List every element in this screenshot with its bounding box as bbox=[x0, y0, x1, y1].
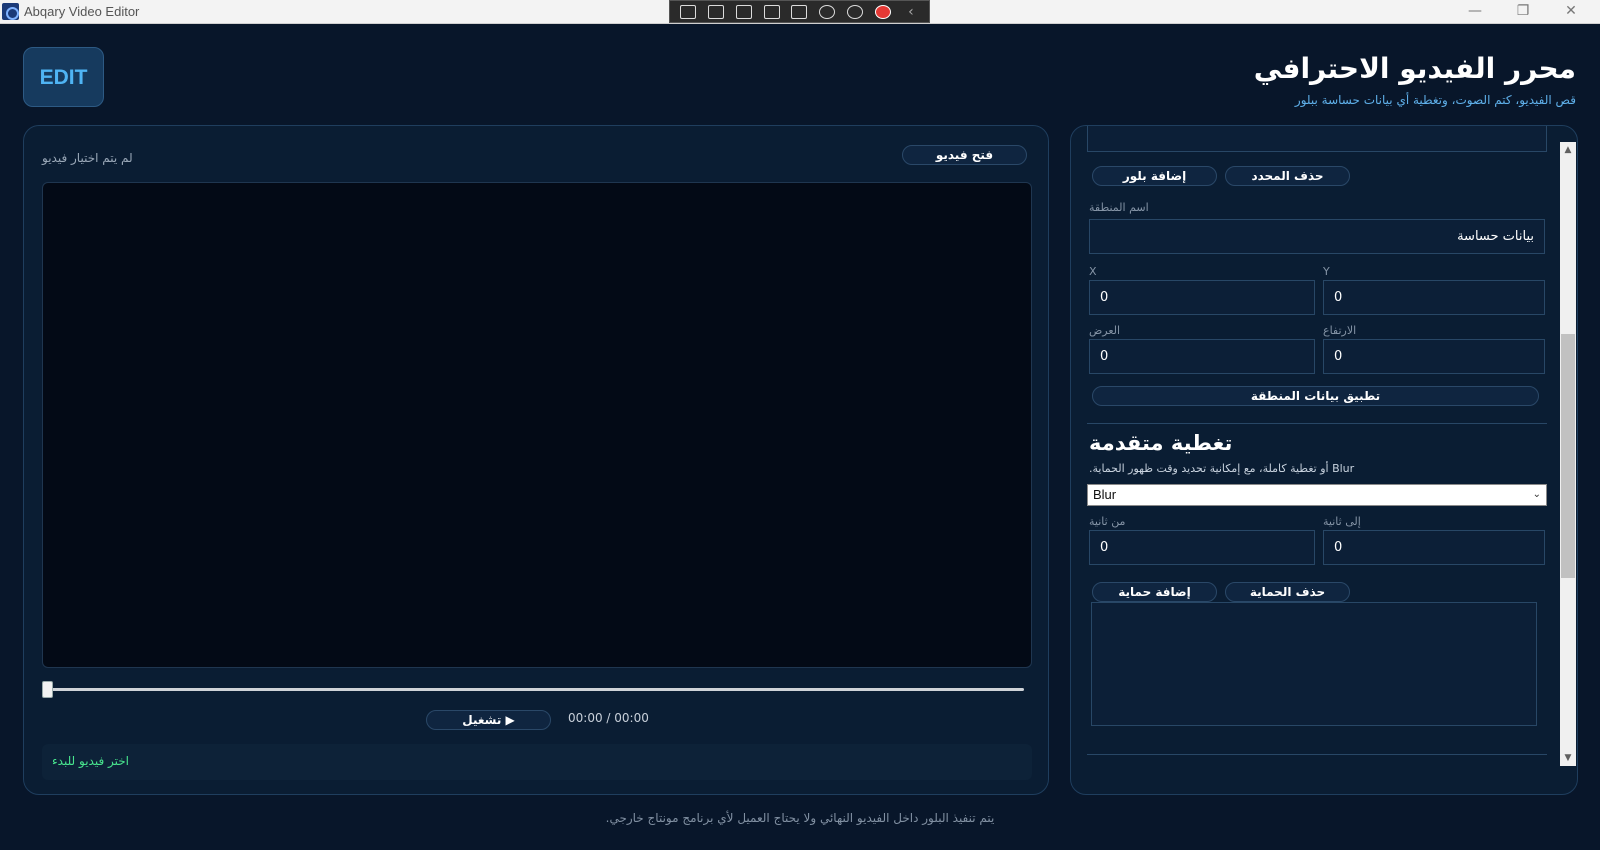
time-display: 00:00 / 00:00 bbox=[568, 711, 649, 725]
add-blur-button[interactable]: إضافة بلور bbox=[1092, 166, 1217, 186]
height-label: الارتفاع bbox=[1323, 324, 1357, 337]
from-second-label: من ثانية bbox=[1089, 515, 1126, 528]
close-icon[interactable]: ✕ bbox=[1548, 0, 1594, 24]
to-second-input[interactable]: 0 bbox=[1323, 530, 1545, 565]
edit-logo: EDIT bbox=[23, 47, 104, 107]
screenshot-menu-icon[interactable] bbox=[679, 4, 696, 19]
delete-protection-button[interactable]: حذف الحماية bbox=[1225, 582, 1350, 602]
blur-settings-panel: إضافة بلور حذف المحدد اسم المنطقة بيانات… bbox=[1070, 125, 1578, 795]
audio-icon[interactable] bbox=[819, 4, 836, 19]
window-title: Abqary Video Editor bbox=[24, 4, 140, 19]
x-input[interactable]: 0 bbox=[1089, 280, 1315, 315]
page-title: محرر الفيديو الاحترافي bbox=[1253, 52, 1576, 85]
y-input[interactable]: 0 bbox=[1323, 280, 1545, 315]
video-preview[interactable] bbox=[42, 182, 1032, 668]
panel-scrollbar[interactable]: ▲ ▼ bbox=[1560, 142, 1576, 766]
advanced-cover-description: Blur أو تغطية كاملة، مع إمكانية تحديد وق… bbox=[1089, 462, 1355, 475]
add-protection-button[interactable]: إضافة حماية bbox=[1092, 582, 1217, 602]
play-button[interactable]: ▶ تشغيل bbox=[426, 710, 551, 730]
chevron-down-icon: ⌄ bbox=[1532, 489, 1541, 500]
timeline-handle[interactable] bbox=[42, 681, 53, 698]
open-video-button[interactable]: فتح فيديو bbox=[902, 145, 1027, 165]
region-name-label: اسم المنطقة bbox=[1089, 201, 1149, 214]
footer-note: يتم تنفيذ البلور داخل الفيديو النهائي ول… bbox=[605, 811, 995, 825]
cover-mode-value: Blur bbox=[1093, 487, 1117, 502]
from-second-input[interactable]: 0 bbox=[1089, 530, 1315, 565]
advanced-cover-title: تغطية متقدمة bbox=[1089, 431, 1233, 455]
scroll-up-icon[interactable]: ▲ bbox=[1560, 142, 1576, 158]
delete-selected-button[interactable]: حذف المحدد bbox=[1225, 166, 1350, 186]
cover-mode-select[interactable]: Blur ⌄ bbox=[1087, 484, 1547, 506]
video-record-icon[interactable] bbox=[707, 4, 724, 19]
width-input[interactable]: 0 bbox=[1089, 339, 1315, 374]
region-name-input[interactable]: بيانات حساسة bbox=[1089, 219, 1545, 254]
accessibility-icon[interactable] bbox=[847, 4, 864, 19]
blur-regions-list[interactable] bbox=[1087, 126, 1547, 152]
width-label: العرض bbox=[1089, 324, 1121, 337]
collapse-chevron-icon[interactable]: ‹ bbox=[903, 5, 919, 19]
height-input[interactable]: 0 bbox=[1323, 339, 1545, 374]
to-second-label: إلى ثانية bbox=[1323, 515, 1361, 528]
protection-list[interactable] bbox=[1091, 602, 1537, 726]
video-status: لم يتم اختيار فيديو bbox=[42, 151, 133, 165]
crop-icon[interactable] bbox=[791, 4, 808, 19]
section-divider bbox=[1087, 754, 1547, 755]
frame-icon[interactable] bbox=[763, 4, 780, 19]
y-label: Y bbox=[1323, 265, 1330, 278]
apply-region-button[interactable]: تطبيق بيانات المنطقة bbox=[1092, 386, 1539, 406]
scroll-thumb[interactable] bbox=[1561, 334, 1575, 578]
pointer-icon[interactable] bbox=[735, 4, 752, 19]
stop-icon[interactable] bbox=[875, 4, 892, 19]
scroll-down-icon[interactable]: ▼ bbox=[1560, 750, 1576, 766]
capture-toolbar: ‹ bbox=[669, 0, 930, 23]
app-icon bbox=[2, 3, 19, 20]
page-subtitle: قص الفيديو، كتم الصوت، وتغطية أي بيانات … bbox=[1294, 93, 1576, 107]
section-divider bbox=[1087, 423, 1547, 424]
x-label: X bbox=[1089, 265, 1097, 278]
restore-icon[interactable]: ❐ bbox=[1500, 0, 1546, 24]
video-panel: فتح فيديو لم يتم اختيار فيديو ▶ تشغيل 00… bbox=[23, 125, 1049, 795]
window-titlebar: Abqary Video Editor ‹ — ❐ ✕ bbox=[0, 0, 1600, 24]
minimize-icon[interactable]: — bbox=[1452, 0, 1498, 24]
status-message: اختر فيديو للبدء bbox=[52, 754, 130, 768]
status-bar: اختر فيديو للبدء bbox=[42, 744, 1032, 780]
timeline-track[interactable] bbox=[50, 688, 1024, 691]
